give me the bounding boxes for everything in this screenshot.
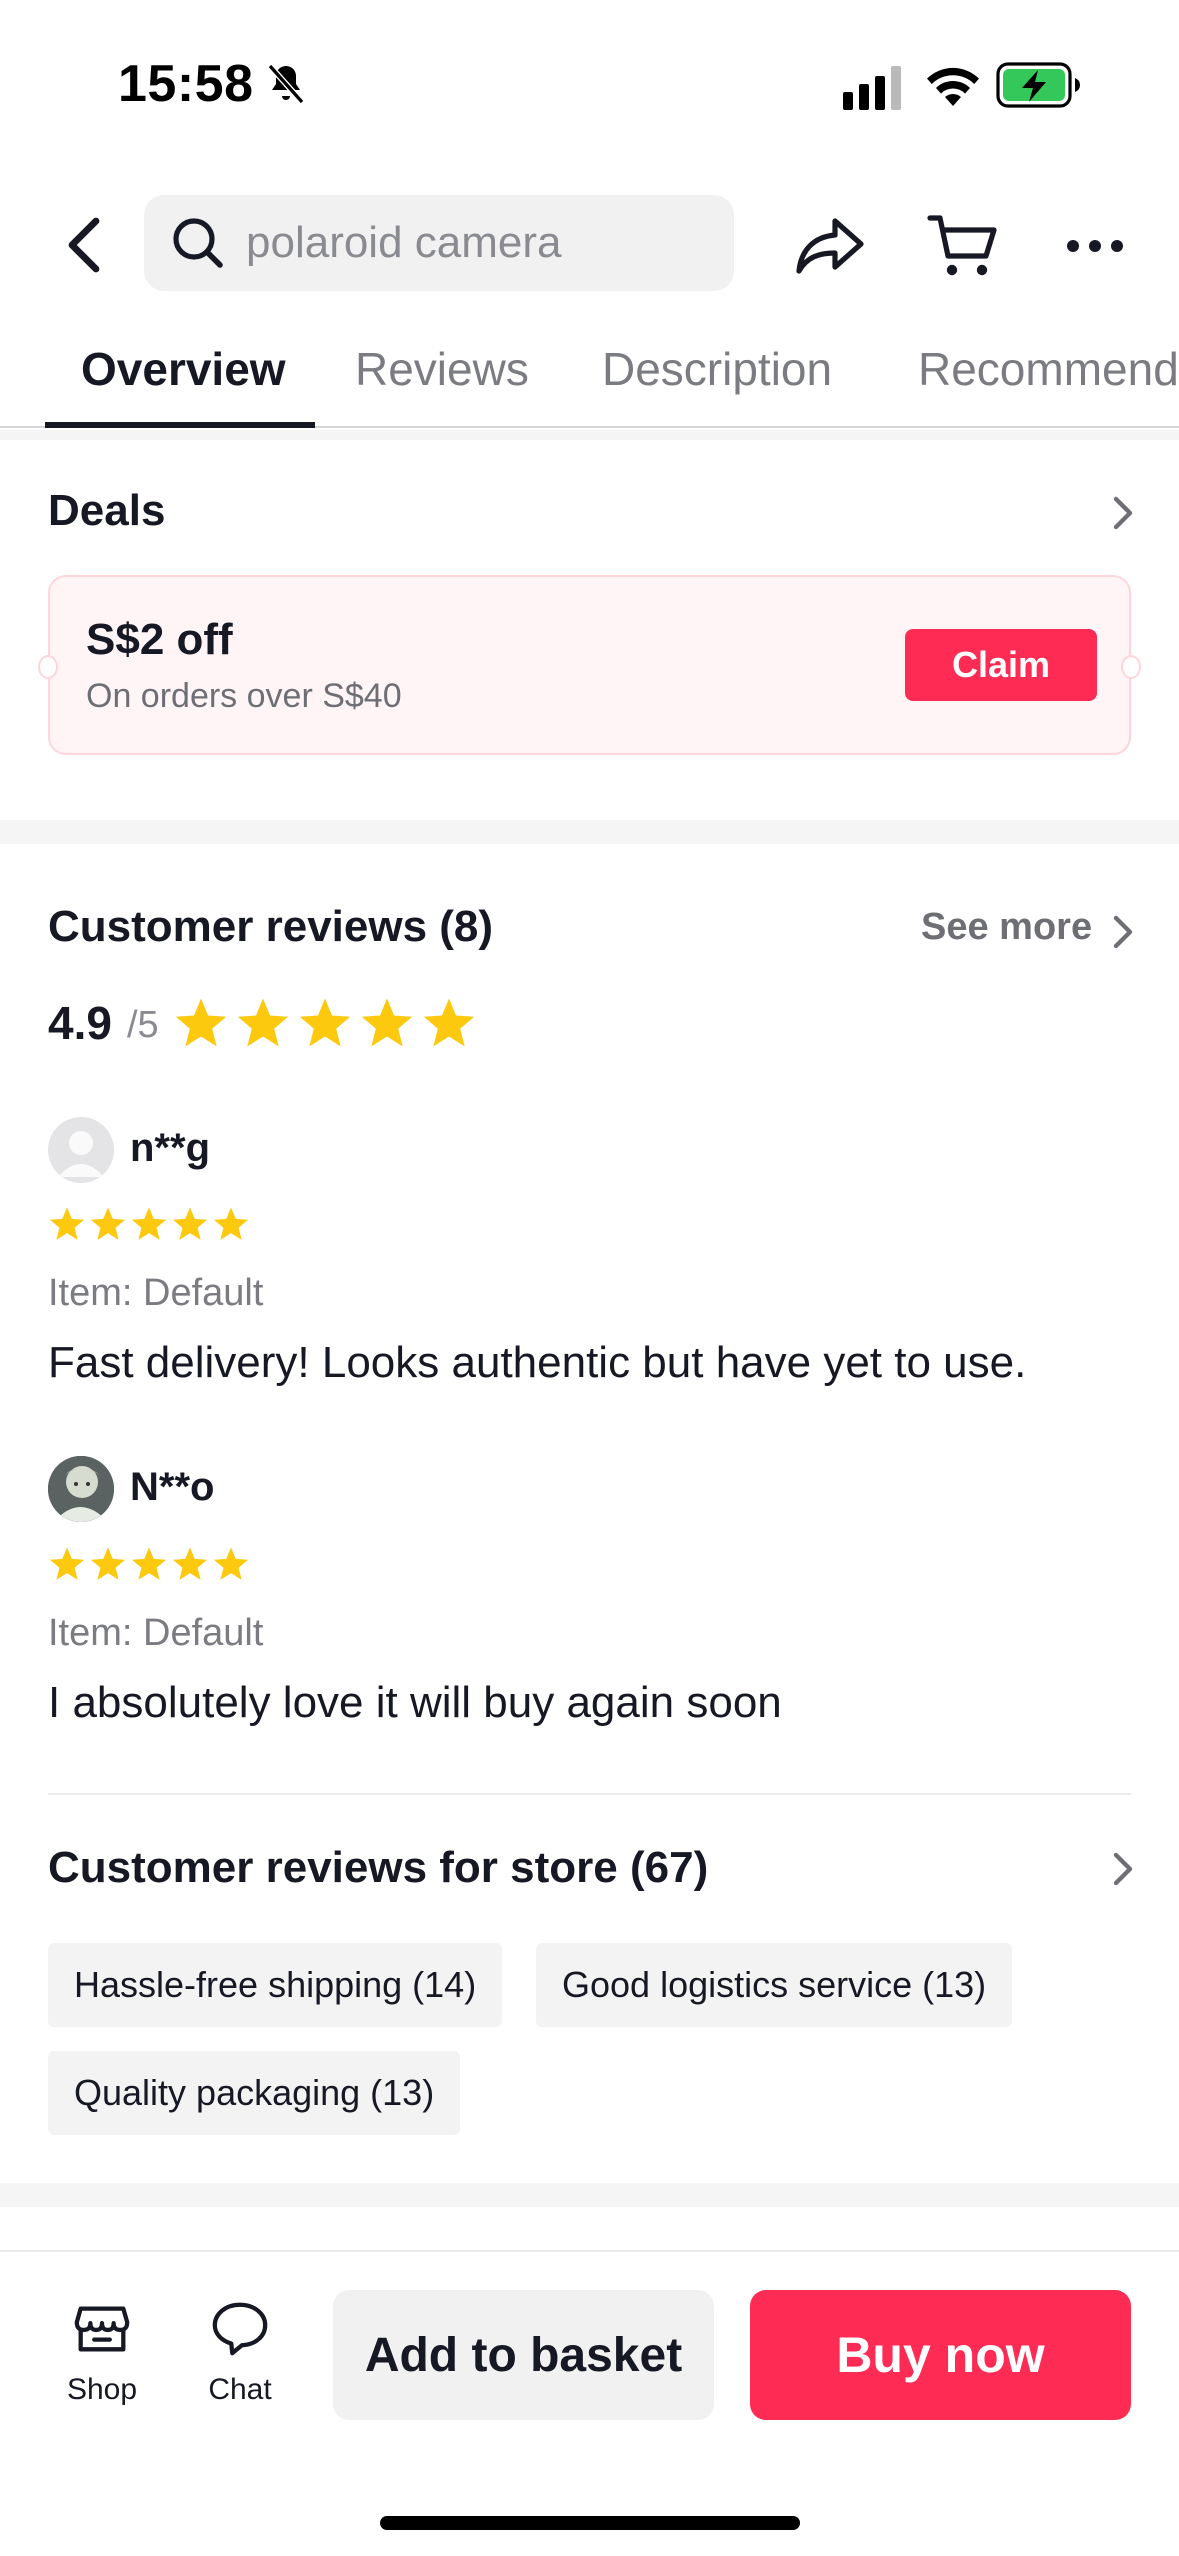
user-photo-avatar xyxy=(48,1456,114,1522)
see-more-link[interactable]: See more xyxy=(921,906,1092,949)
star-icon xyxy=(49,1547,85,1580)
review-stars xyxy=(48,1205,250,1243)
review-variant: Item: Default xyxy=(48,1612,264,1654)
more-button[interactable] xyxy=(1055,206,1135,286)
status-bar: 15:58 xyxy=(0,0,1179,170)
star-icon xyxy=(175,998,227,1047)
search-icon xyxy=(173,218,223,268)
section-divider xyxy=(0,2183,1179,2207)
rating-scale: /5 xyxy=(127,1004,159,1046)
share-icon xyxy=(796,218,864,274)
share-button[interactable] xyxy=(790,206,870,286)
coupon-subtitle: On orders over S$40 xyxy=(86,677,402,715)
review-tag-chip[interactable]: Quality packaging (13) xyxy=(48,2051,461,2135)
reviewer-name: N**o xyxy=(130,1465,215,1509)
wifi-icon xyxy=(927,67,979,106)
more-dots-icon xyxy=(1067,240,1123,252)
coupon-title: S$2 off xyxy=(86,615,233,664)
star-icon xyxy=(237,998,289,1047)
claim-button[interactable]: Claim xyxy=(905,629,1097,701)
star-icon xyxy=(49,1207,85,1240)
top-nav: polaroid camera xyxy=(0,190,1179,300)
section-divider xyxy=(0,430,1179,440)
star-icon xyxy=(90,1547,126,1580)
star-icon xyxy=(213,1207,249,1240)
shop-icon xyxy=(74,2306,130,2352)
bottom-action-bar: Shop Chat Add to basket Buy now xyxy=(0,2250,1179,2556)
tab-bar: Overview Reviews Description Recommend xyxy=(0,330,1179,428)
search-input[interactable]: polaroid camera xyxy=(144,195,734,291)
section-divider xyxy=(0,820,1179,844)
coupon-card: S$2 off On orders over S$40 Claim xyxy=(38,575,1141,755)
coupon-notch xyxy=(1121,655,1141,679)
star-icon xyxy=(131,1547,167,1580)
status-time: 15:58 xyxy=(118,55,254,113)
avatar xyxy=(48,1117,114,1183)
coupon-notch xyxy=(38,655,58,679)
tab-overview[interactable]: Overview xyxy=(81,342,286,396)
chat-bubble-icon xyxy=(212,2302,268,2356)
review-variant: Item: Default xyxy=(48,1272,264,1314)
buy-now-button[interactable]: Buy now xyxy=(750,2290,1131,2420)
deals-heading: Deals xyxy=(48,486,166,535)
tab-recommend[interactable]: Recommend xyxy=(918,342,1179,396)
review-tag-chip[interactable]: Good logistics service (13) xyxy=(536,1943,1013,2027)
battery-charging-icon xyxy=(996,62,1080,108)
add-to-basket-button[interactable]: Add to basket xyxy=(333,2290,714,2420)
review-text: I absolutely love it will buy again soon xyxy=(48,1678,782,1727)
store-reviews-chevron-right-icon[interactable] xyxy=(1108,1849,1138,1889)
rating-stars xyxy=(173,995,477,1051)
home-indicator[interactable] xyxy=(380,2516,800,2530)
chat-label: Chat xyxy=(208,2373,272,2406)
see-more-chevron-right-icon[interactable] xyxy=(1108,912,1138,952)
shop-label: Shop xyxy=(66,2373,138,2406)
shop-button[interactable]: Shop xyxy=(42,2297,162,2407)
rating-value: 4.9 xyxy=(48,997,112,1049)
cellular-signal-icon xyxy=(843,66,901,110)
star-icon xyxy=(213,1547,249,1580)
avatar xyxy=(48,1456,114,1522)
reviews-heading: Customer reviews (8) xyxy=(48,902,494,951)
star-icon xyxy=(131,1207,167,1240)
default-avatar-icon xyxy=(58,1131,104,1177)
star-icon xyxy=(90,1207,126,1240)
review-tag-chip[interactable]: Hassle-free shipping (14) xyxy=(48,1943,503,2027)
cart-button[interactable] xyxy=(922,206,1002,286)
review-text: Fast delivery! Looks authentic but have … xyxy=(48,1338,1027,1387)
deals-chevron-right-icon[interactable] xyxy=(1108,493,1138,533)
star-icon xyxy=(172,1207,208,1240)
active-tab-indicator xyxy=(45,422,315,428)
review-stars xyxy=(48,1545,250,1583)
reviewer-name: n**g xyxy=(130,1126,210,1170)
star-icon xyxy=(423,998,475,1047)
star-icon xyxy=(299,998,351,1047)
star-icon xyxy=(361,998,413,1047)
search-query: polaroid camera xyxy=(246,218,562,267)
star-icon xyxy=(172,1547,208,1580)
back-button[interactable] xyxy=(52,210,116,280)
chat-button[interactable]: Chat xyxy=(180,2297,300,2407)
cart-icon xyxy=(927,215,997,276)
tab-reviews[interactable]: Reviews xyxy=(355,342,529,396)
tab-description[interactable]: Description xyxy=(602,342,832,396)
bell-off-icon xyxy=(267,64,305,104)
store-reviews-heading[interactable]: Customer reviews for store (67) xyxy=(48,1843,708,1893)
divider xyxy=(48,1793,1131,1795)
chevron-left-icon xyxy=(68,217,100,273)
